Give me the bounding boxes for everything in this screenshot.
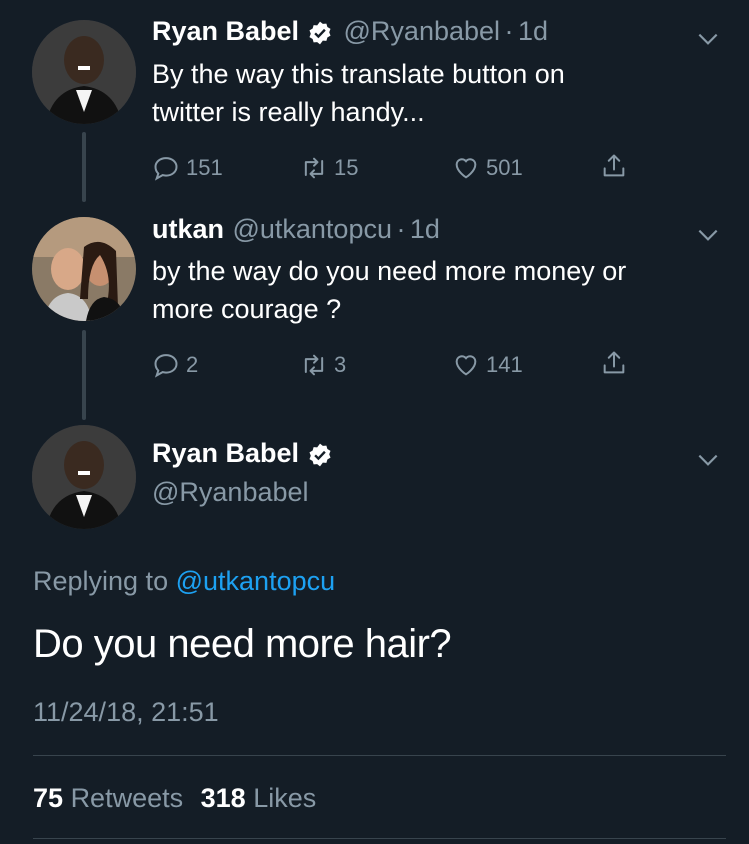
retweets-stat[interactable]: 75 Retweets bbox=[33, 783, 183, 813]
tweet-header: Ryan Babel @Ryanbabel · 1d bbox=[152, 16, 548, 51]
reply-icon bbox=[154, 157, 178, 181]
like-button[interactable]: 141 bbox=[452, 351, 523, 379]
tweet-text-line: by the way do you need more money or bbox=[152, 256, 627, 286]
share-icon bbox=[603, 351, 625, 374]
replying-to: Replying to @utkantopcu bbox=[33, 566, 335, 597]
reply-count: 2 bbox=[186, 352, 199, 377]
main-tweet-text: Do you need more hair? bbox=[33, 622, 452, 666]
tweet-timestamp[interactable]: 11/24/18, 21:51 bbox=[33, 697, 219, 728]
reply-icon bbox=[154, 354, 178, 378]
chevron-down-icon[interactable] bbox=[695, 26, 721, 52]
avatar-ryan-babel[interactable] bbox=[32, 20, 136, 124]
retweet-button[interactable]: 15 bbox=[300, 154, 358, 182]
engagement-stats: 75 Retweets 318 Likes bbox=[33, 783, 316, 814]
retweets-label: Retweets bbox=[70, 783, 184, 813]
share-button[interactable] bbox=[600, 152, 628, 180]
author-handle[interactable]: @Ryanbabel bbox=[152, 477, 309, 508]
tweet-text-line: twitter is really handy... bbox=[152, 97, 425, 127]
like-total: 318 bbox=[200, 783, 246, 813]
reply-button[interactable]: 2 bbox=[152, 351, 198, 379]
thread-line bbox=[82, 330, 86, 420]
divider bbox=[33, 755, 726, 756]
author-handle[interactable]: @Ryanbabel bbox=[344, 16, 501, 46]
author-name[interactable]: Ryan Babel bbox=[152, 16, 299, 46]
divider bbox=[33, 838, 726, 839]
share-button[interactable] bbox=[600, 349, 628, 377]
likes-stat[interactable]: 318 Likes bbox=[201, 783, 317, 813]
author-handle[interactable]: @utkantopcu bbox=[232, 214, 392, 244]
reply-count: 151 bbox=[186, 155, 223, 180]
share-icon bbox=[603, 154, 625, 177]
retweet-count: 3 bbox=[334, 352, 347, 377]
retweet-total: 75 bbox=[33, 783, 64, 813]
retweet-icon bbox=[304, 157, 324, 179]
main-author: Ryan Babel bbox=[152, 438, 333, 473]
reply-button[interactable]: 151 bbox=[152, 154, 223, 182]
likes-label: Likes bbox=[253, 783, 317, 813]
replying-prefix: Replying to bbox=[33, 566, 169, 596]
verified-badge-icon bbox=[307, 20, 333, 51]
chevron-down-icon[interactable] bbox=[695, 222, 721, 248]
tweet-text-line: more courage ? bbox=[152, 294, 342, 324]
avatar-utkan[interactable] bbox=[32, 217, 136, 321]
replying-handle-link[interactable]: @utkantopcu bbox=[176, 566, 336, 596]
like-button[interactable]: 501 bbox=[452, 154, 523, 182]
tweet-time[interactable]: 1d bbox=[518, 16, 548, 46]
separator-dot: · bbox=[504, 16, 514, 46]
like-count: 141 bbox=[486, 352, 523, 377]
retweet-icon bbox=[304, 354, 324, 376]
avatar-ryan-babel[interactable] bbox=[32, 425, 136, 529]
thread-line bbox=[82, 132, 86, 202]
author-name[interactable]: Ryan Babel bbox=[152, 438, 299, 468]
tweet-text: by the way do you need more money or mor… bbox=[152, 252, 626, 328]
tweet-header: utkan @utkantopcu · 1d bbox=[152, 214, 440, 245]
author-name[interactable]: utkan bbox=[152, 214, 224, 244]
separator-dot: · bbox=[396, 214, 406, 244]
chevron-down-icon[interactable] bbox=[695, 447, 721, 473]
tweet-text: By the way this translate button on twit… bbox=[152, 55, 565, 131]
verified-badge-icon bbox=[307, 442, 333, 473]
tweet-time[interactable]: 1d bbox=[410, 214, 440, 244]
retweet-button[interactable]: 3 bbox=[300, 351, 346, 379]
retweet-count: 15 bbox=[334, 155, 359, 180]
like-count: 501 bbox=[486, 155, 523, 180]
tweet-text-line: By the way this translate button on bbox=[152, 59, 565, 89]
heart-icon bbox=[455, 158, 477, 179]
heart-icon bbox=[455, 355, 477, 376]
